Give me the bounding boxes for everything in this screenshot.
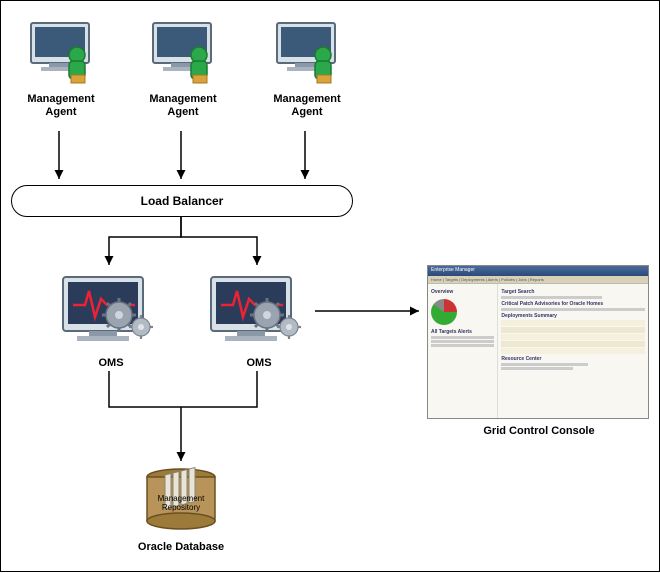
console-left-pane: Overview All Targets Alerts <box>428 284 498 418</box>
console-right-pane: Target Search Critical Patch Advisories … <box>498 284 648 418</box>
oms-label-1: OMS <box>91 357 131 370</box>
load-balancer-box: Load Balancer <box>11 185 353 217</box>
deploy-heading: Deployments Summary <box>501 313 645 319</box>
repository-outer-label: Oracle Database <box>123 541 239 554</box>
grid-control-console: Enterprise Manager Home | Targets | Depl… <box>427 265 649 419</box>
arrow-lb-to-oms2 <box>181 217 257 265</box>
repository-inner-label: Management Repository <box>147 495 215 513</box>
patch-heading: Critical Patch Advisories for Oracle Hom… <box>501 301 645 307</box>
connector-oms2-down <box>181 371 257 407</box>
console-body: Overview All Targets Alerts Target Searc… <box>428 284 648 418</box>
agent-label-2: Management Agent <box>141 93 225 119</box>
connector-oms1-down <box>109 371 181 407</box>
overview-heading: Overview <box>431 289 494 295</box>
console-tabs: Home | Targets | Deployments | Alerts | … <box>428 276 648 284</box>
management-agent-icon <box>153 23 211 83</box>
alerts-heading: All Targets Alerts <box>431 329 494 335</box>
agent-label-3: Management Agent <box>265 93 349 119</box>
arrow-lb-to-oms1 <box>109 217 181 265</box>
oms-label-2: OMS <box>239 357 279 370</box>
resource-heading: Resource Center <box>501 356 645 362</box>
management-agent-icon <box>277 23 335 83</box>
console-caption: Grid Control Console <box>469 425 609 438</box>
oms-server-icon <box>211 277 301 341</box>
oms-server-icon <box>63 277 153 341</box>
targets-heading: Target Search <box>501 289 645 295</box>
load-balancer-label: Load Balancer <box>141 194 224 208</box>
pie-chart-icon <box>431 299 457 325</box>
agent-label-1: Management Agent <box>19 93 103 119</box>
management-agent-icon <box>31 23 89 83</box>
console-titlebar: Enterprise Manager <box>428 266 648 276</box>
console-title: Enterprise Manager <box>431 267 475 273</box>
